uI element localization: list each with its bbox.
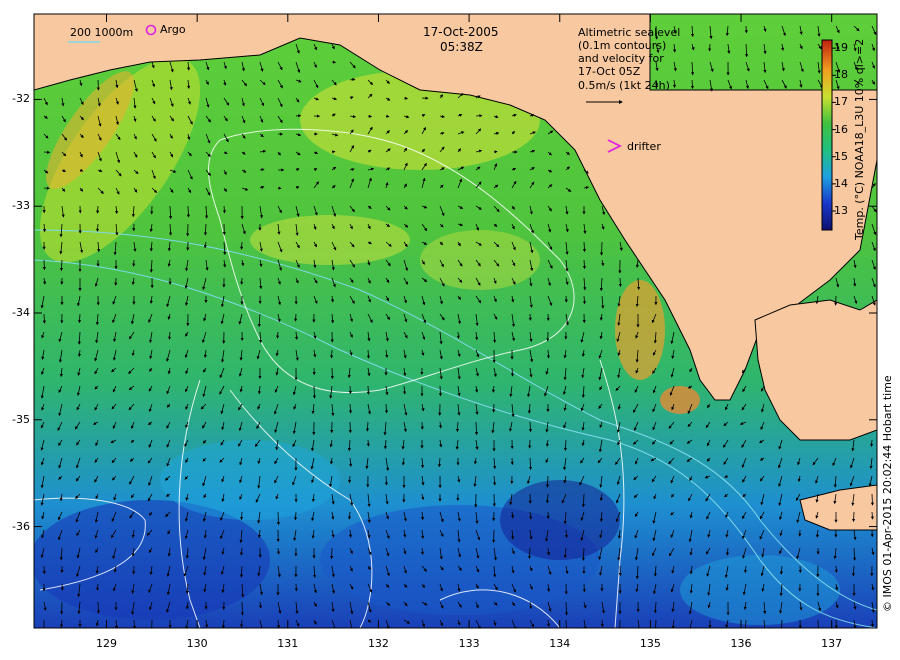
velocity-arrow xyxy=(186,205,190,218)
drifter-legend-label: drifter xyxy=(627,140,661,153)
lon-tick-label: 132 xyxy=(367,637,389,650)
lon-tick-label: 136 xyxy=(730,637,752,650)
colorbar-tick-label: 17 xyxy=(834,95,848,109)
velocity-arrow xyxy=(438,385,442,397)
velocity-arrow xyxy=(366,439,370,447)
lon-tick-label: 131 xyxy=(277,637,299,650)
lon-tick-label: 137 xyxy=(821,637,843,650)
colorbar-tick-label: 15 xyxy=(834,149,848,163)
velocity-arrow xyxy=(600,619,604,628)
velocity-arrow xyxy=(240,241,244,250)
lat-tick-label: -36 xyxy=(12,519,30,533)
lon-tick-label: 134 xyxy=(549,637,571,650)
lon-tick-label: 129 xyxy=(96,637,118,650)
velocity-arrow xyxy=(42,313,46,324)
colorbar-tick-label: 18 xyxy=(834,68,848,82)
velocity-arrow xyxy=(277,186,282,190)
lat-tick-label: -33 xyxy=(12,199,30,213)
colorbar-tick-label: 13 xyxy=(834,204,848,217)
isobath-legend-label: 200 1000m xyxy=(70,26,134,39)
velocity-arrow xyxy=(240,511,244,521)
velocity-arrow xyxy=(331,60,337,64)
sst-map xyxy=(33,13,878,629)
velocity-arrow xyxy=(708,43,712,52)
velocity-arrow xyxy=(384,475,388,486)
velocity-arrow xyxy=(599,241,604,256)
velocity-arrow xyxy=(493,150,498,154)
lon-tick-label: 135 xyxy=(639,637,661,650)
velocity-arrow xyxy=(852,511,856,523)
velocity-arrow xyxy=(870,493,874,506)
velocity-arrow xyxy=(240,601,245,616)
sst-map-figure: 200 1000m Argo 17-Oct-2005 05:38Z Altime… xyxy=(0,0,900,660)
colorbar-label: Temp. (°C) NOAA18_L3U 10% ql>=2 xyxy=(853,38,866,240)
velocity-arrow xyxy=(330,349,334,359)
velocity-arrow xyxy=(565,619,567,628)
velocity-arrow xyxy=(366,385,370,395)
colorbar-tick-label: 19 xyxy=(834,41,848,55)
velocity-note-line-4: 17-Oct 05Z xyxy=(578,65,641,78)
velocity-arrow xyxy=(294,313,298,322)
colorbar-tick-label: 16 xyxy=(834,122,848,136)
credit-text: © IMOS 01-Apr-2015 20:02:44 Hobart time xyxy=(881,375,894,612)
velocity-arrow xyxy=(618,277,622,288)
argo-legend-label: Argo xyxy=(160,23,186,36)
map-time: 05:38Z xyxy=(440,40,483,54)
velocity-arrow xyxy=(276,511,281,526)
velocity-note-line-5: 0.5m/s (1kt 24h) xyxy=(578,79,670,92)
velocity-note-line-2: (0.1m contours) xyxy=(578,39,667,52)
velocity-arrow xyxy=(348,385,352,395)
colorbar-tick-label: 14 xyxy=(834,176,848,190)
map-date: 17-Oct-2005 xyxy=(423,25,499,39)
colorbar xyxy=(821,39,833,231)
lat-tick-label: -32 xyxy=(12,92,30,106)
velocity-arrow xyxy=(96,205,100,214)
lat-tick-label: -35 xyxy=(12,412,30,426)
velocity-arrow xyxy=(834,565,838,573)
velocity-arrow xyxy=(60,583,64,591)
velocity-note-line-3: and velocity for xyxy=(578,52,664,65)
velocity-arrow xyxy=(240,619,244,628)
velocity-note-line-1: Altimetric sealevel xyxy=(578,26,681,39)
map-plot-area xyxy=(34,14,877,628)
lat-tick-label: -34 xyxy=(12,305,30,319)
velocity-arrow xyxy=(96,601,100,614)
velocity-arrow xyxy=(312,385,316,399)
lon-tick-label: 133 xyxy=(458,637,480,650)
lon-tick-label: 130 xyxy=(186,637,208,650)
